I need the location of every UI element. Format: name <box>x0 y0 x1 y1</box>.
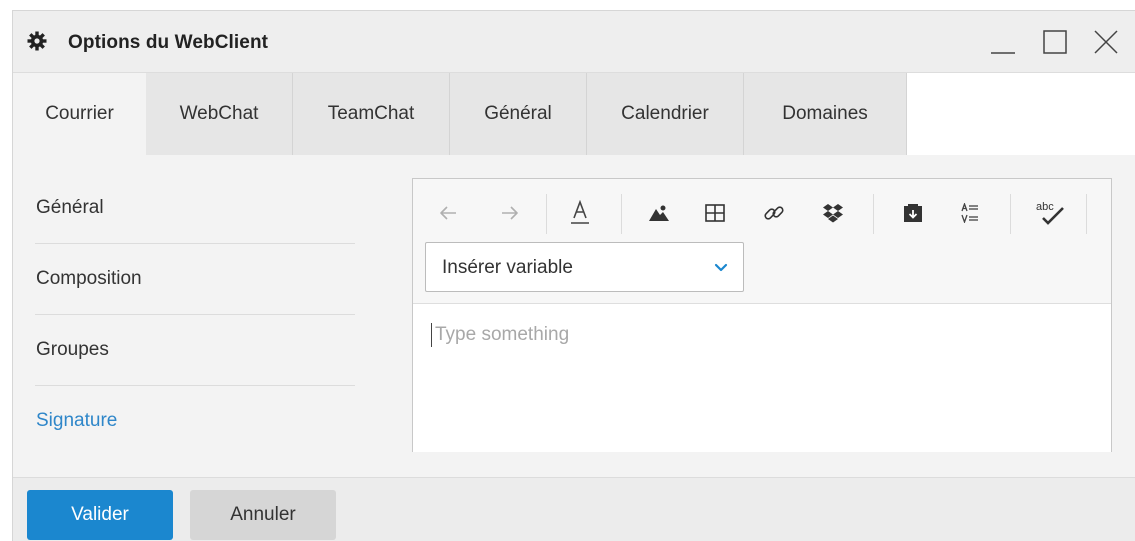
tab-bar: Courrier WebChat TeamChat Général Calend… <box>13 73 1135 155</box>
table-button[interactable] <box>701 201 729 229</box>
options-dialog: Options du WebClient Courrier WebChat Te… <box>12 10 1135 541</box>
editor-placeholder: Type something <box>435 324 570 345</box>
insert-variable-label: Insérer variable <box>442 257 573 278</box>
sidebar-item-signature[interactable]: Signature <box>35 386 355 456</box>
window-title: Options du WebClient <box>68 32 269 53</box>
editor-toolbar: abc Insérer variable <box>413 179 1111 304</box>
image-icon <box>648 204 670 227</box>
maximize-button[interactable] <box>1040 27 1070 57</box>
cancel-button[interactable]: Annuler <box>190 490 336 540</box>
link-icon <box>763 202 785 229</box>
sidebar-item-groupes[interactable]: Groupes <box>35 315 355 385</box>
tab-label: WebChat <box>179 103 259 124</box>
tab-calendrier[interactable]: Calendrier <box>587 73 744 155</box>
tab-label: Général <box>484 103 552 124</box>
toolbar-divider <box>1086 194 1087 234</box>
svg-text:abc: abc <box>1036 201 1054 213</box>
chevron-down-icon <box>713 261 729 275</box>
undo-button[interactable] <box>435 201 463 229</box>
toolbar-divider <box>1010 194 1011 234</box>
sidebar-item-composition[interactable]: Composition <box>35 244 355 314</box>
title-bar: Options du WebClient <box>13 11 1135 73</box>
gear-icon <box>27 31 47 51</box>
tab-label: Calendrier <box>621 103 709 124</box>
redo-button[interactable] <box>495 201 523 229</box>
toolbar-divider <box>621 194 622 234</box>
tab-label: TeamChat <box>327 103 415 124</box>
minimize-icon <box>988 27 1018 57</box>
tab-domaines[interactable]: Domaines <box>744 73 907 155</box>
tab-teamchat[interactable]: TeamChat <box>293 73 450 155</box>
image-button[interactable] <box>645 201 673 229</box>
validate-button[interactable]: Valider <box>27 490 173 540</box>
dropbox-button[interactable] <box>819 201 847 229</box>
tab-label: Courrier <box>45 103 114 124</box>
insert-variable-select[interactable]: Insérer variable <box>425 242 744 292</box>
redo-icon <box>499 205 519 226</box>
close-button[interactable] <box>1091 27 1121 57</box>
signature-text-area[interactable]: Type something <box>413 304 1111 452</box>
link-button[interactable] <box>760 201 788 229</box>
sidebar-item-label: Composition <box>36 268 142 289</box>
text-caret <box>431 323 432 347</box>
undo-icon <box>439 205 459 226</box>
sidebar-item-label: Groupes <box>36 339 109 360</box>
table-icon <box>705 203 725 227</box>
toolbar-divider <box>546 194 547 234</box>
tab-label: Domaines <box>782 103 868 124</box>
font-color-button[interactable] <box>566 199 594 231</box>
paragraph-format-button[interactable] <box>956 201 984 229</box>
font-color-icon <box>570 199 590 231</box>
insert-file-icon <box>903 203 923 228</box>
maximize-icon <box>1040 27 1070 57</box>
tab-courrier[interactable]: Courrier <box>13 73 146 155</box>
spellcheck-button[interactable]: abc <box>1030 201 1070 229</box>
sidebar-item-label: Signature <box>36 410 118 431</box>
paragraph-format-icon <box>961 201 979 228</box>
tab-webchat[interactable]: WebChat <box>146 73 293 155</box>
dropbox-icon <box>822 203 844 228</box>
minimize-button[interactable] <box>988 27 1018 57</box>
insert-file-button[interactable] <box>899 201 927 229</box>
close-icon <box>1091 27 1121 57</box>
tab-general[interactable]: Général <box>450 73 587 155</box>
signature-editor: abc Insérer variable Type something <box>412 178 1112 452</box>
sidebar-item-label: Général <box>36 197 104 218</box>
dialog-footer: Valider Annuler <box>13 477 1135 541</box>
spellcheck-icon: abc <box>1033 199 1067 232</box>
sidebar-item-general[interactable]: Général <box>35 173 355 243</box>
toolbar-divider <box>873 194 874 234</box>
